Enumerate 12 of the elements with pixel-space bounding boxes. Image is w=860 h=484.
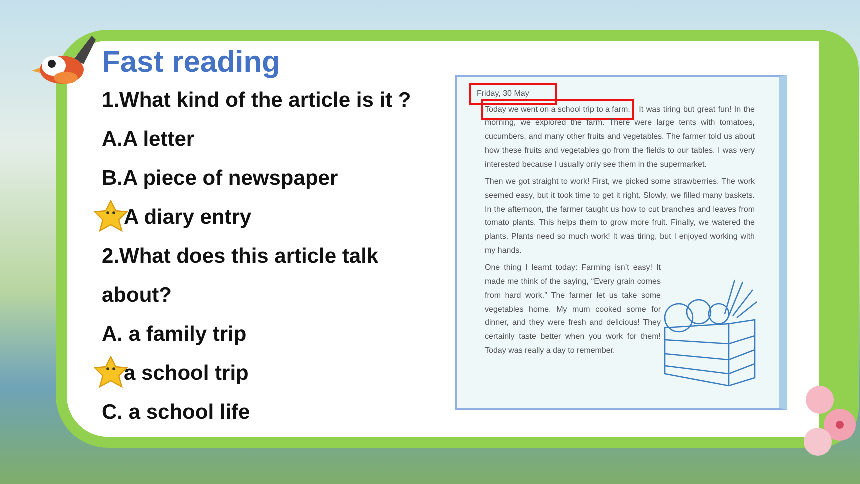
diary-paragraph: One thing I learnt today: Farming isn’t easy! It made me think of the saying, “Every grain comes from hard work.” The farmer let us take some vegetables home. My mum cooked some for dinner, and they were fresh and delicious! They certainly taste better when you work for them! Today was really a day to remember. bbox=[485, 262, 661, 357]
section-title: Fast reading bbox=[102, 45, 280, 81]
diary-date: Friday, 30 May bbox=[471, 85, 556, 103]
answer-option: B.A piece of newspaper bbox=[102, 159, 338, 198]
answer-option: C. a school life bbox=[102, 393, 250, 432]
question-text: 2.What does this article talk about? bbox=[102, 244, 380, 309]
diary-paragraph: Then we got straight to work! First, we picked some strawberries. The work seemed easy, but it took time to get it right. Slowly, we filled many baskets. In the afternoon, the farmer taught us how to cut branches and leaves from tomato plants. This helps them to grow more fruit. Finally, we watered the plants. Plants need so much work! It was tiring, but I enjoyed working with my hands. bbox=[485, 176, 755, 257]
answer-option: A. a family trip bbox=[102, 315, 247, 354]
question-text: 1.What kind of the article is it ? bbox=[102, 88, 412, 114]
answer-option: A.A letter bbox=[102, 120, 195, 159]
answer-option: A diary entry bbox=[102, 198, 252, 237]
answer-option: a school trip bbox=[102, 354, 249, 393]
